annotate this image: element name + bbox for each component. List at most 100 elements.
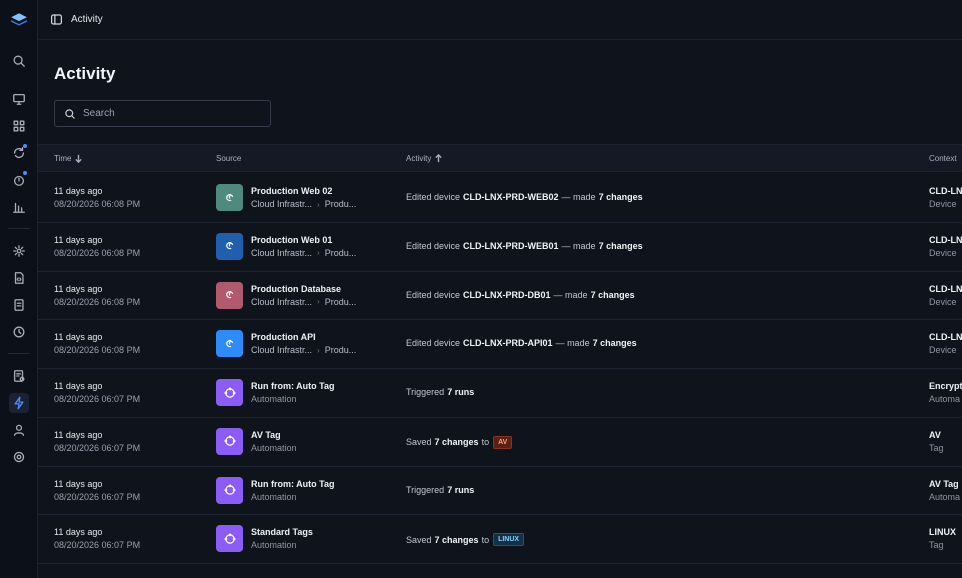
source-name[interactable]: Production Web 02 [251,186,356,196]
table-row[interactable]: 11 days ago 08/20/2026 06:07 PM Run from: … [38,369,962,418]
user-icon[interactable] [9,420,29,440]
context-cell[interactable]: CLD-LN Device [929,235,962,258]
column-context[interactable]: Context [929,154,957,163]
source-name[interactable]: AV Tag [251,430,297,440]
automation-icon [216,476,243,504]
timestamp: 08/20/2026 06:08 PM [54,199,141,209]
source-cell[interactable]: Run from: Auto Tag Automation [216,379,334,406]
activity-cell: Edited device CLD-LNX-PRD-DB01— made 7 cha… [406,289,635,300]
context-cell[interactable]: AV Tag Automa [929,479,960,502]
source-cell[interactable]: Standard Tags Automation [216,525,313,553]
run-count[interactable]: 7 runs [447,387,474,397]
context-name: CLD-LN [929,186,962,196]
script-file-icon[interactable] [9,268,29,288]
source-cell[interactable]: Production Web 01 Cloud Infrastr... › Produ… [216,232,357,260]
source-name[interactable]: Production Web 01 [251,235,356,245]
table-row[interactable]: 11 days ago 08/20/2026 06:08 PM Production… [38,223,962,272]
search-icon[interactable] [9,51,29,71]
context-type: Automa [929,491,961,502]
admin-gear-icon[interactable] [9,447,29,467]
source-name[interactable]: Run from: Auto Tag [251,381,334,391]
grid-icon[interactable] [9,116,29,136]
table-row[interactable]: 11 days ago 08/20/2026 06:08 PM Production… [38,320,962,369]
change-count[interactable]: 7 changes [599,192,643,202]
activity-cell: Edited device CLD-LNX-PRD-API01— made 7 ch… [406,338,637,349]
column-time[interactable]: Time [54,154,83,163]
column-activity[interactable]: Activity [406,154,443,163]
time-cell: 11 days ago 08/20/2026 06:08 PM [54,235,140,258]
history-icon[interactable] [9,322,29,342]
change-count[interactable]: 7 changes [599,241,643,251]
search-icon [65,108,75,119]
table-row[interactable]: 11 days ago 08/20/2026 06:07 PM Run from: … [38,467,962,516]
table-row[interactable]: 11 days ago 08/20/2026 06:08 PM Production… [38,272,962,321]
table-header: Time Source Activity Context [38,144,962,172]
device-name[interactable]: CLD-LNX-PRD-API01 [463,338,553,348]
activity-cell: Saved 7 changes to AV [406,435,513,449]
context-type: Automa [929,394,961,404]
column-source[interactable]: Source [216,154,241,163]
context-name: AV [929,429,941,440]
context-cell[interactable]: CLD-LN Device [929,284,962,307]
table-row[interactable]: 11 days ago 08/20/2026 06:08 PM Production… [38,174,962,223]
context-cell[interactable]: CLD-LN Device [929,186,962,209]
tag-badge[interactable]: AV [493,435,513,449]
context-cell[interactable]: LINUX Tag [929,527,956,550]
context-type: Device [929,247,957,258]
activity-cell: Edited device CLD-LNX-PRD-WEB02— made 7 ch… [406,192,643,202]
sync-icon[interactable] [9,143,29,163]
settings-gear-icon[interactable] [9,241,29,261]
audit-log-icon[interactable] [9,366,29,386]
reports-chart-icon[interactable] [9,197,29,217]
source-path: Cloud Infrastr... › Produ... [251,199,357,209]
change-count[interactable]: 7 changes [435,437,479,447]
context-type: Device [929,345,957,356]
device-name[interactable]: CLD-LNX-PRD-DB01 [463,290,551,300]
relative-time: 11 days ago [54,186,103,196]
search-box[interactable] [54,100,271,127]
source-type: Automation [251,442,297,453]
logo-icon[interactable] [9,10,29,30]
change-count[interactable]: 7 changes [593,338,637,348]
timer-icon[interactable] [9,170,29,190]
source-name[interactable]: Run from: Auto Tag [251,479,334,489]
source-name[interactable]: Production API [251,332,356,342]
context-cell[interactable]: AV Tag [929,430,944,453]
arrow-up-icon [435,154,443,163]
table-row[interactable]: 11 days ago 08/20/2026 06:07 PM Standard T… [38,515,962,564]
source-name[interactable]: Standard Tags [251,527,313,537]
sidebar-toggle-icon[interactable] [50,13,63,26]
automation-icon [216,427,243,455]
time-cell: 11 days ago 08/20/2026 06:07 PM [54,381,140,404]
source-cell[interactable]: Production API Cloud Infrastr... › Produ... [216,330,356,358]
source-path: Cloud Infrastr... › Produ... [251,247,357,258]
device-name[interactable]: CLD-LNX-PRD-WEB02 [463,192,559,202]
relative-time: 11 days ago [54,381,103,391]
source-type: Automation [251,540,297,551]
table-row[interactable]: 11 days ago 08/20/2026 06:07 PM AV Tag Auto… [38,418,962,467]
context-cell[interactable]: CLD-LN Device [929,332,962,355]
activity-bolt-icon[interactable] [9,393,29,413]
change-count[interactable]: 7 changes [435,535,479,545]
device-name[interactable]: CLD-LNX-PRD-WEB01 [463,241,559,251]
source-cell[interactable]: Production Web 02 Cloud Infrastr... › Produ… [216,184,356,211]
devices-icon[interactable] [9,89,29,109]
time-cell: 11 days ago 08/20/2026 06:08 PM [54,186,140,209]
change-count[interactable]: 7 changes [591,290,635,300]
tag-badge[interactable]: LINUX [493,533,525,547]
relative-time: 11 days ago [54,527,103,538]
context-cell[interactable]: Encrypt Automa [929,381,962,404]
source-cell[interactable]: AV Tag Automation [216,427,297,455]
timestamp: 08/20/2026 06:07 PM [54,394,141,404]
source-cell[interactable]: Production Database Cloud Infrastr... › Pro… [216,281,356,309]
debian-icon [216,281,243,309]
source-cell[interactable]: Run from: Auto Tag Automation [216,476,334,504]
run-count[interactable]: 7 runs [447,485,474,495]
document-icon[interactable] [9,295,29,315]
source-name[interactable]: Production Database [251,284,356,294]
search-input[interactable] [83,108,263,119]
time-cell: 11 days ago 08/20/2026 06:08 PM [54,332,140,355]
chevron-right-icon: › [317,248,320,258]
context-name: LINUX [929,527,956,538]
timestamp: 08/20/2026 06:08 PM [54,247,141,258]
